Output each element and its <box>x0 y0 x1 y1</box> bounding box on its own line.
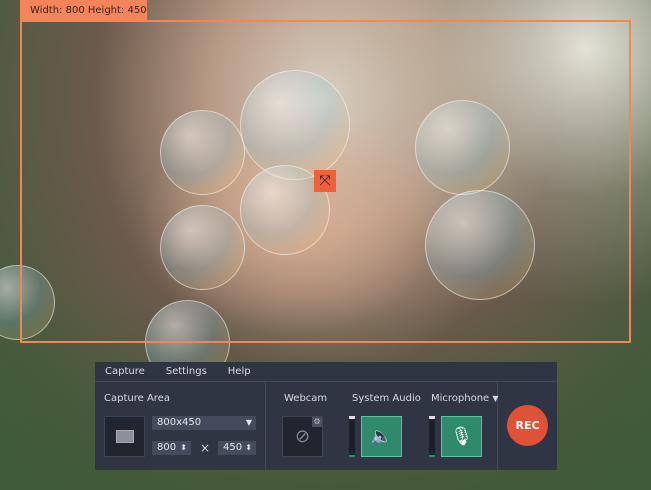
menu-bar: Capture Settings Help <box>95 362 557 382</box>
microphone-toggle[interactable]: 🎙 <box>441 416 482 457</box>
microphone-icon: 🎙 <box>450 426 473 447</box>
system-audio-level <box>349 416 355 457</box>
capture-area-label: Capture Area <box>104 393 170 404</box>
menu-settings[interactable]: Settings <box>166 362 207 381</box>
width-value: 800 <box>157 442 177 453</box>
recorder-panel: Capture Settings Help Capture Area 800x4… <box>95 362 557 470</box>
size-label: Width: 800 Height: 450 <box>20 0 147 21</box>
stepper-icon: ⬍ <box>245 443 252 452</box>
fullscreen-icon <box>116 430 134 443</box>
webcam-toggle[interactable]: ⊘ ⚙ <box>282 416 323 457</box>
microphone-dropdown[interactable]: Microphone ▼ <box>431 393 499 404</box>
select-area-button[interactable] <box>104 416 145 457</box>
height-value: 450 <box>223 442 243 453</box>
webcam-label: Webcam <box>284 393 328 404</box>
divider <box>265 382 266 470</box>
menu-help[interactable]: Help <box>228 362 251 381</box>
rec-button[interactable]: REC <box>507 405 548 446</box>
menu-capture[interactable]: Capture <box>105 362 145 381</box>
system-audio-label: System Audio <box>352 393 421 404</box>
chevron-down-icon: ▼ <box>492 394 499 403</box>
speaker-icon: 🔈 <box>370 426 393 447</box>
webcam-off-icon: ⊘ <box>294 426 311 447</box>
microphone-level <box>429 416 435 457</box>
stepper-icon: ⬍ <box>180 443 187 452</box>
move-icon[interactable]: ⤧ <box>314 170 336 192</box>
system-audio-toggle[interactable]: 🔈 <box>361 416 402 457</box>
times-sign: × <box>200 441 211 455</box>
preset-value: 800x450 <box>157 417 202 428</box>
width-stepper[interactable]: 800 ⬍ <box>152 441 191 455</box>
microphone-label: Microphone <box>431 393 490 404</box>
gear-icon[interactable]: ⚙ <box>312 417 322 427</box>
preset-select[interactable]: 800x450 ▼ <box>152 416 256 430</box>
chevron-down-icon: ▼ <box>245 418 252 427</box>
height-stepper[interactable]: 450 ⬍ <box>218 441 256 455</box>
